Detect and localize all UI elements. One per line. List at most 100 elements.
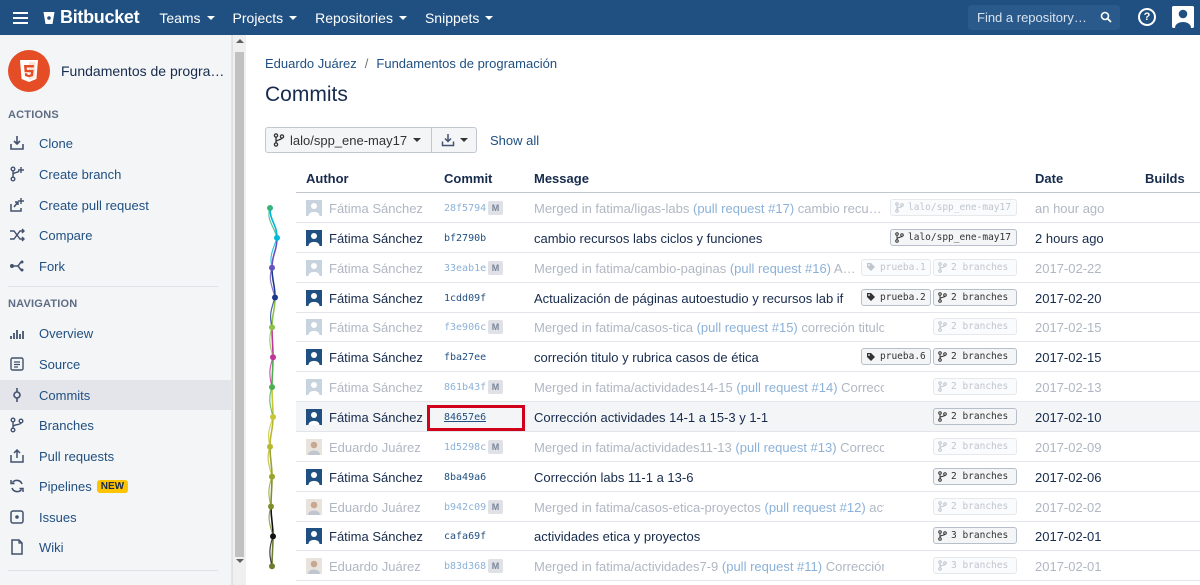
pull-request-link[interactable]: (pull request #14) [736, 380, 837, 395]
author-avatar[interactable] [306, 200, 322, 216]
nav-teams[interactable]: Teams [159, 10, 215, 26]
commit-row[interactable]: Fátima Sánchez 8ba49a6 Corrección labs 11-… [296, 462, 1200, 492]
tag-lozenge[interactable]: prueba.2 [861, 288, 931, 306]
commit-hash-link[interactable]: bf2790b [444, 233, 486, 244]
scroll-down-arrow-icon[interactable] [236, 559, 244, 563]
commit-hash-link[interactable]: f3e906c [444, 322, 486, 333]
branch-lozenge[interactable]: 2 branches [933, 378, 1017, 396]
pull-request-link[interactable]: (pull request #12) [765, 500, 866, 515]
branch-lozenge[interactable]: 2 branches [933, 318, 1017, 336]
commit-row[interactable]: Fátima Sánchez bf2790b cambio recursos lab… [296, 223, 1200, 253]
commit-message[interactable]: Actualización de páginas autoestudio y r… [534, 291, 884, 306]
breadcrumb-repo-link[interactable]: Fundamentos de programación [376, 56, 557, 71]
sidebar-item-fork[interactable]: Fork [0, 251, 232, 281]
branch-selector-button[interactable]: lalo/spp_ene-may17 [265, 127, 432, 153]
commit-hash-link[interactable]: 861b43f [444, 382, 486, 393]
commit-row[interactable]: Fátima Sánchez f3e906c M Merged in fatima/c… [296, 312, 1200, 343]
branch-lozenge[interactable]: 2 branches [933, 437, 1017, 455]
hamburger-menu-icon[interactable] [0, 0, 40, 35]
author-avatar[interactable] [306, 349, 322, 366]
commit-hash-link[interactable]: 28f5794 [444, 203, 486, 214]
commit-message[interactable]: Corrección actividades 14-1 a 15-3 y 1-1 [534, 410, 884, 425]
pull-request-link[interactable]: (pull request #16) [730, 261, 831, 276]
pull-request-link[interactable]: (pull request #17) [693, 201, 794, 216]
commit-message[interactable]: Merged in fatima/casos-tica (pull reques… [534, 320, 884, 335]
commit-message[interactable]: Merged in fatima/actividades14-15 (pull … [534, 380, 884, 395]
branch-lozenge[interactable]: 3 branches [933, 527, 1017, 545]
tag-lozenge[interactable]: prueba.1 [861, 258, 931, 276]
author-avatar[interactable] [306, 319, 322, 336]
commit-row[interactable]: Eduardo Juárez b83d368 M Merged in fatima/a… [296, 551, 1200, 582]
commit-message[interactable]: actividades etica y proyectos [534, 529, 884, 544]
nav-projects[interactable]: Projects [233, 10, 298, 26]
bitbucket-logo[interactable]: Bitbucket [43, 7, 140, 28]
sidebar-item-wiki[interactable]: Wiki [0, 532, 232, 562]
commit-row[interactable]: Fátima Sánchez 28f5794 M Merged in fatima/l… [296, 193, 1200, 223]
commit-hash-link[interactable]: 33eab1e [444, 263, 486, 274]
sidebar-item-commits[interactable]: Commits [0, 380, 232, 410]
show-all-link[interactable]: Show all [490, 133, 539, 148]
commit-message[interactable]: Corrección labs 11-1 a 13-6 [534, 470, 884, 485]
author-avatar[interactable] [306, 289, 322, 306]
commit-hash-link[interactable]: b83d368 [444, 561, 486, 572]
sidebar-item-branches[interactable]: Branches [0, 410, 232, 440]
pull-request-link[interactable]: (pull request #11) [722, 559, 822, 574]
author-avatar[interactable] [306, 229, 322, 246]
nav-repositories[interactable]: Repositories [315, 10, 407, 26]
sidebar-scrollbar[interactable] [232, 35, 246, 585]
commit-message[interactable]: Merged in fatima/ligas-labs (pull reques… [534, 201, 884, 216]
author-avatar[interactable] [306, 468, 322, 485]
author-avatar[interactable] [306, 408, 322, 425]
branch-lozenge[interactable]: 2 branches [933, 407, 1017, 425]
branch-lozenge[interactable]: 2 branches [933, 258, 1017, 276]
commit-message[interactable]: correción titulo y rubrica casos de étic… [534, 350, 884, 365]
commit-hash-link[interactable]: b942c09 [444, 502, 486, 513]
branch-lozenge[interactable]: 2 branches [933, 497, 1017, 515]
commit-message[interactable]: Merged in fatima/actividades11-13 (pull … [534, 440, 884, 455]
sidebar-item-issues[interactable]: Issues [0, 502, 232, 532]
branch-lozenge[interactable]: 2 branches [933, 467, 1017, 485]
help-icon[interactable]: ? [1138, 8, 1156, 26]
author-avatar[interactable] [306, 379, 322, 396]
sidebar-item-create-branch[interactable]: Create branch [0, 159, 232, 189]
sidebar-item-pull-requests[interactable]: Pull requests [0, 441, 232, 471]
commit-row[interactable]: Fátima Sánchez fba27ee correción titulo y … [296, 342, 1200, 373]
author-avatar[interactable] [306, 259, 322, 276]
commit-row[interactable]: Fátima Sánchez 1cdd09f Actualización de pá… [296, 283, 1200, 313]
scroll-up-arrow-icon[interactable] [236, 39, 244, 43]
branch-lozenge[interactable]: 2 branches [933, 288, 1017, 306]
commit-message[interactable]: Merged in fatima/cambio-paginas (pull re… [534, 261, 884, 276]
scrollbar-thumb[interactable] [235, 52, 244, 557]
commit-hash-link[interactable]: 1d5298c [444, 442, 486, 453]
branch-lozenge[interactable]: 3 branches [933, 557, 1017, 575]
commit-message[interactable]: Merged in fatima/actividades7-9 (pull re… [534, 559, 884, 574]
sidebar-item-overview[interactable]: Overview [0, 318, 232, 348]
sidebar-item-source[interactable]: Source [0, 349, 232, 379]
repository-header[interactable]: Fundamentos de progra… [8, 50, 224, 92]
download-button[interactable] [431, 127, 477, 153]
commit-hash-link[interactable]: 8ba49a6 [444, 472, 486, 483]
commit-row[interactable]: Fátima Sánchez 33eab1e M Merged in fatima/c… [296, 253, 1200, 283]
branch-lozenge[interactable]: lalo/spp_ene-may17 [890, 199, 1017, 216]
commit-message[interactable]: Merged in fatima/casos-etica-proyectos (… [534, 500, 884, 515]
pull-request-link[interactable]: (pull request #13) [735, 440, 836, 455]
commit-row[interactable]: Fátima Sánchez 861b43f M Merged in fatima/a… [296, 372, 1200, 403]
author-avatar[interactable] [306, 558, 322, 575]
sidebar-item-clone[interactable]: Clone [0, 128, 232, 158]
commit-hash-link[interactable]: fba27ee [444, 352, 486, 363]
author-avatar[interactable] [306, 498, 322, 515]
commit-row[interactable]: Eduardo Juárez 1d5298c M Merged in fatima/a… [296, 432, 1200, 462]
sidebar-item-pipelines[interactable]: Pipelines NEW [0, 471, 232, 501]
sidebar-item-create-pull-request[interactable]: Create pull request [0, 190, 232, 220]
commit-message[interactable]: cambio recursos labs ciclos y funciones [534, 231, 884, 246]
branch-lozenge[interactable]: lalo/spp_ene-may17 [890, 228, 1017, 246]
commit-row[interactable]: Fátima Sánchez cafa69f actividades etica y… [296, 521, 1200, 552]
user-avatar[interactable] [1172, 6, 1194, 28]
branch-lozenge[interactable]: 2 branches [933, 348, 1017, 366]
breadcrumb-owner-link[interactable]: Eduardo Juárez [265, 56, 357, 71]
commit-row[interactable]: Eduardo Juárez b942c09 M Merged in fatima/c… [296, 492, 1200, 522]
sidebar-item-compare[interactable]: Compare [0, 220, 232, 250]
repository-search-input[interactable]: Find a repository… [968, 5, 1120, 30]
pull-request-link[interactable]: (pull request #15) [697, 320, 798, 335]
commit-hash-link[interactable]: cafa69f [444, 531, 486, 542]
